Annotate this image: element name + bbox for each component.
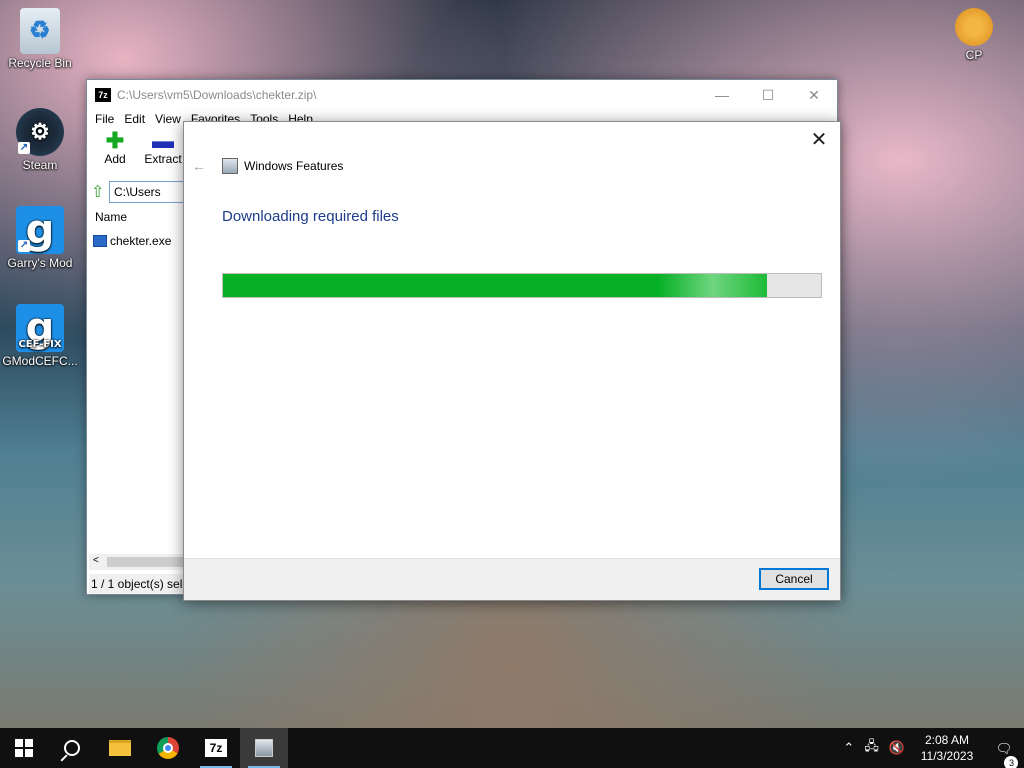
folder-icon [109, 740, 131, 756]
progress-fill [223, 274, 768, 297]
close-button[interactable]: ✕ [791, 80, 837, 110]
search-icon [64, 740, 80, 756]
shortcut-arrow-icon: ↗ [18, 240, 30, 252]
gmod-icon: g ↗ [16, 206, 64, 254]
dialog-title: Windows Features [244, 159, 344, 173]
desktop-icon-label: GModCEFC... [2, 354, 78, 368]
cp-icon [955, 8, 993, 46]
desktop-icon-cp[interactable]: CP [936, 8, 1012, 62]
download-progress-bar [222, 273, 822, 298]
extract-label: Extract [144, 152, 182, 166]
taskbar-file-explorer[interactable] [96, 728, 144, 768]
search-button[interactable] [48, 728, 96, 768]
notification-icon: 🗨 [995, 740, 1013, 756]
windows-features-icon [255, 739, 273, 757]
list-item[interactable]: chekter.exe [93, 234, 171, 248]
extract-button[interactable]: ▬ Extract [141, 130, 185, 176]
dialog-close-button[interactable]: ✕ [804, 126, 834, 154]
clock-date: 11/3/2023 [920, 749, 974, 763]
clock-time: 2:08 AM [924, 733, 970, 747]
menu-edit[interactable]: Edit [122, 110, 153, 130]
system-tray: ⌃ 🖧 🔇 2:08 AM 11/3/2023 🗨 3 [838, 728, 1024, 768]
taskbar-chrome[interactable] [144, 728, 192, 768]
minus-icon: ▬ [152, 128, 174, 153]
notification-count-badge: 3 [1004, 755, 1018, 768]
maximize-button[interactable]: ☐ [745, 80, 791, 110]
clock[interactable]: 2:08 AM 11/3/2023 [910, 732, 984, 764]
up-folder-icon[interactable]: ⇧ [91, 182, 109, 202]
network-icon[interactable]: 🖧 [859, 737, 884, 759]
steam-icon: ⚙ ↗ [16, 108, 64, 156]
action-center-button[interactable]: 🗨 3 [984, 740, 1024, 768]
taskbar: 7z ⌃ 🖧 🔇 2:08 AM 11/3/2023 🗨 3 [0, 728, 1024, 768]
sevenzip-icon: 7z [205, 739, 227, 757]
dialog-header: ← Windows Features [192, 158, 343, 174]
exe-file-icon [93, 235, 107, 247]
desktop-icon-label: CP [965, 48, 983, 62]
start-button[interactable] [0, 728, 48, 768]
back-arrow-icon[interactable]: ← [192, 158, 214, 174]
desktop-icon-gmod-cef-fix[interactable]: g CEF-FIX GModCEFC... [2, 304, 78, 368]
dialog-heading: Downloading required files [222, 208, 399, 225]
horizontal-scrollbar[interactable]: < [89, 554, 185, 570]
gmod-cef-fix-icon: g CEF-FIX [16, 304, 64, 352]
desktop-icon-recycle-bin[interactable]: Recycle Bin [2, 8, 78, 70]
address-bar: ⇧ C:\Users [91, 180, 189, 204]
windows-features-dialog[interactable]: ✕ ← Windows Features Downloading require… [183, 121, 841, 601]
scroll-left-icon[interactable]: < [93, 555, 99, 566]
plus-icon: ✚ [105, 128, 125, 153]
windows-logo-icon [15, 739, 33, 757]
address-input[interactable]: C:\Users [109, 181, 189, 203]
cancel-button[interactable]: Cancel [759, 568, 829, 590]
desktop-icon-label: Garry's Mod [7, 256, 73, 270]
shortcut-arrow-icon: ↗ [18, 142, 30, 154]
dialog-footer: Cancel [184, 558, 840, 600]
sevenzip-title: C:\Users\vm5\Downloads\chekter.zip\ [117, 88, 317, 102]
chevron-up-icon[interactable]: ⌃ [838, 740, 859, 756]
status-bar: 1 / 1 object(s) sele [89, 574, 185, 594]
volume-muted-icon[interactable]: 🔇 [884, 740, 910, 756]
recycle-bin-icon [20, 8, 60, 54]
windows-features-icon [222, 158, 238, 174]
sevenzip-app-icon: 7z [95, 88, 111, 102]
cef-fix-badge: CEF-FIX [18, 339, 62, 350]
desktop-icon-label: Steam [22, 158, 58, 172]
file-name: chekter.exe [110, 234, 172, 248]
scrollbar-thumb[interactable] [107, 557, 183, 567]
desktop-icon-label: Recycle Bin [8, 56, 72, 70]
desktop-icon-garrys-mod[interactable]: g ↗ Garry's Mod [2, 206, 78, 270]
taskbar-windows-features[interactable] [240, 728, 288, 768]
add-button[interactable]: ✚ Add [93, 130, 137, 176]
menu-file[interactable]: File [93, 110, 122, 130]
minimize-button[interactable]: — [699, 80, 745, 110]
taskbar-7zip[interactable]: 7z [192, 728, 240, 768]
column-header-name[interactable]: Name [95, 210, 127, 224]
add-label: Add [104, 152, 126, 166]
desktop-icon-steam[interactable]: ⚙ ↗ Steam [2, 108, 78, 172]
chrome-icon [157, 737, 179, 759]
